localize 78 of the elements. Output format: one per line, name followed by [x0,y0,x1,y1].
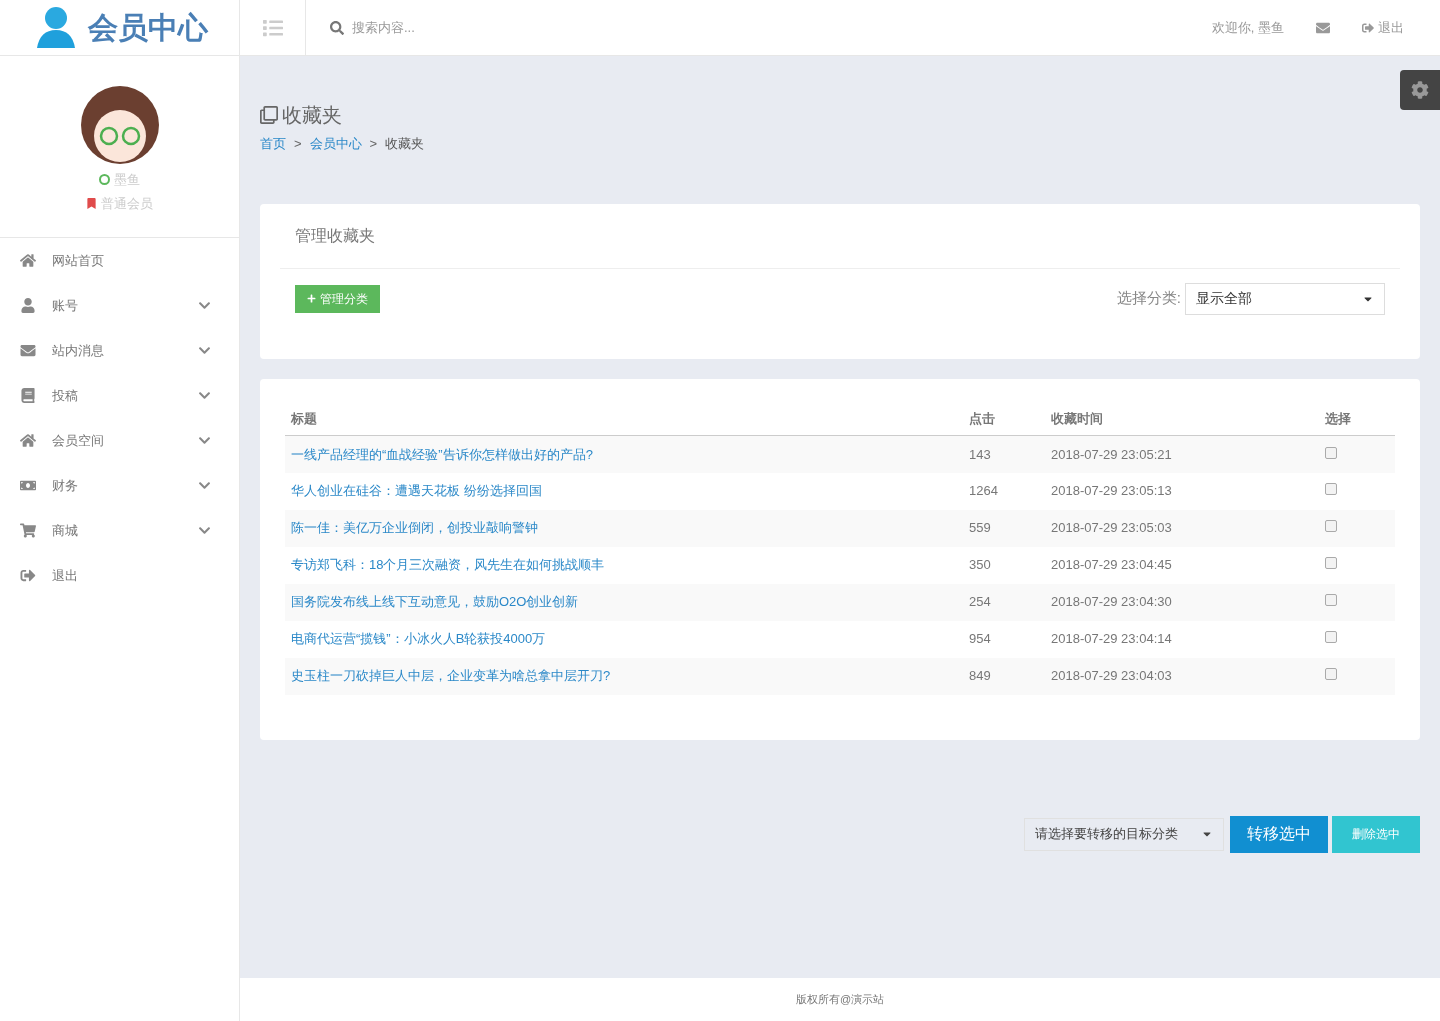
breadcrumb-current: 收藏夹 [385,135,425,153]
search-field[interactable]: 搜索内容... [352,17,592,38]
logout-link[interactable]: 退出 [1362,17,1404,38]
sidebar-item[interactable]: 会员空间 [0,418,239,463]
breadcrumb-link[interactable]: 首页 [260,134,286,154]
breadcrumb-link[interactable]: 会员中心 [309,134,362,154]
sidebar-item[interactable]: 账号 [0,283,239,328]
column-header: 标题 [285,402,963,436]
sidebar-item[interactable]: 站内消息 [0,328,239,373]
mail-button[interactable] [1316,20,1330,35]
row-checkbox[interactable] [1325,483,1337,496]
user-icon [20,298,36,313]
user-logo-icon [36,5,76,50]
sidebar-item[interactable]: 退出 [0,553,239,598]
sidebar-item[interactable]: 商城 [0,508,239,553]
article-link[interactable]: 专访郑飞科：18个月三次融资，风先生在如何挑战顺丰 [291,557,605,573]
row-checkbox[interactable] [1325,446,1337,459]
page-title: 收藏夹 [282,103,342,128]
column-header: 点击 [963,402,1045,436]
column-header: 收藏时间 [1045,402,1319,436]
row-checkbox[interactable] [1325,631,1337,644]
envelope-icon [20,343,36,358]
sign-out-icon [1362,21,1374,34]
click-count: 143 [969,446,991,462]
sidebar-item[interactable]: 网站首页 [0,238,239,283]
sidebar-item[interactable]: 财务 [0,463,239,508]
saved-time: 2018-07-29 23:05:21 [1051,446,1172,462]
article-link[interactable]: 陈一佳：美亿万企业倒闭，创投业敲响警钟 [291,520,538,536]
row-checkbox[interactable] [1325,668,1337,681]
click-count: 350 [969,557,991,573]
click-count: 849 [969,668,991,684]
saved-time: 2018-07-29 23:05:03 [1051,520,1172,536]
book-icon [20,388,36,403]
row-checkbox[interactable] [1325,594,1337,607]
row-checkbox[interactable] [1325,520,1337,533]
click-count: 559 [969,520,991,536]
click-count: 254 [969,594,991,610]
logo-text: 会员中心 [88,10,208,46]
target-category-select[interactable]: 请选择要转移的目标分类 [1024,817,1224,851]
saved-time: 2018-07-29 23:04:14 [1051,631,1172,647]
settings-icon [1411,81,1429,99]
bookmark-icon [86,197,97,209]
sidebar-item[interactable]: 投稿 [0,373,239,418]
article-link[interactable]: 电商代运营“揽钱”：小冰火人B轮获投4000万 [291,631,546,647]
click-count: 1264 [969,483,998,499]
delete-selected-button[interactable]: 删除选中 [1332,815,1420,853]
saved-time: 2018-07-29 23:04:45 [1051,557,1172,573]
click-count: 954 [969,631,991,647]
saved-time: 2018-07-29 23:04:30 [1051,594,1172,610]
money-icon [20,478,36,493]
article-link[interactable]: 史玉柱一刀砍掉巨人中层，企业变革为啥总拿中层开刀? [291,668,611,684]
row-checkbox[interactable] [1325,557,1337,570]
envelope-icon [1316,20,1330,35]
breadcrumb-separator: > [294,135,302,153]
copy-icon [260,106,278,124]
avatar-icon [79,84,160,166]
footer-copyright: 版权所有@演示站 [795,992,885,1008]
saved-time: 2018-07-29 23:04:03 [1051,668,1172,684]
move-selected-button[interactable]: 转移选中 [1230,815,1328,853]
cart-icon [20,523,36,538]
panel-title: 管理收藏夹 [295,225,375,246]
plus-icon [307,294,316,303]
article-link[interactable]: 一线产品经理的“血战经验”告诉你怎样做出好的产品? [291,446,593,462]
list-icon [262,17,283,38]
sign-out-icon [20,568,36,583]
article-link[interactable]: 华人创业在硅谷：遭遇天花板 纷纷选择回国 [291,483,542,499]
settings-button[interactable] [1400,70,1440,110]
column-header: 选择 [1319,402,1395,436]
home-icon [20,433,36,448]
category-select[interactable]: 显示全部 [1185,282,1385,315]
filter-label: 选择分类: [1116,288,1181,309]
search-icon [330,20,344,35]
home-icon [20,253,36,268]
article-link[interactable]: 国务院发布线上线下互动意见，鼓励O2O创业创新 [291,594,579,610]
manage-category-button[interactable]: 管理分类 [295,284,380,313]
saved-time: 2018-07-29 23:05:13 [1051,483,1172,499]
breadcrumb-separator: > [369,135,378,153]
welcome-text: 欢迎你, 墨鱼 [1211,18,1284,37]
